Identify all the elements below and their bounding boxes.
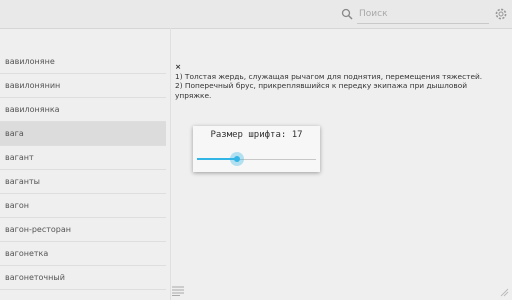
list-item[interactable]: вавилонянин bbox=[0, 74, 166, 98]
list-item[interactable]: вагон bbox=[0, 194, 166, 218]
font-size-label: Размер шрифта: 17 bbox=[210, 130, 303, 140]
list-item[interactable]: вавилоняне bbox=[0, 50, 166, 74]
definition-headword: × bbox=[175, 62, 182, 71]
list-icon[interactable] bbox=[172, 286, 184, 296]
list-item[interactable]: вага bbox=[0, 122, 166, 146]
word-list: вавилоняне вавилонянин вавилонянка вага … bbox=[0, 50, 166, 300]
gear-icon[interactable] bbox=[494, 7, 508, 21]
definition-panel: × 1) Толстая жердь, служащая рычагом для… bbox=[175, 62, 505, 100]
list-item[interactable]: вавилонянка bbox=[0, 98, 166, 122]
list-item[interactable]: вагонеточный bbox=[0, 266, 166, 290]
definition-line: 2) Поперечный брус, прикреплявшийся к пе… bbox=[175, 81, 468, 100]
list-item[interactable]: ваганты bbox=[0, 170, 166, 194]
list-item[interactable]: вагонетка bbox=[0, 242, 166, 266]
pane-divider bbox=[170, 28, 171, 300]
list-item[interactable]: вагант bbox=[0, 146, 166, 170]
list-item[interactable]: вагон-ресторан bbox=[0, 218, 166, 242]
slider-thumb[interactable] bbox=[230, 152, 245, 166]
top-bar bbox=[0, 0, 512, 29]
search-icon[interactable] bbox=[341, 8, 353, 20]
font-size-slider[interactable] bbox=[197, 152, 316, 166]
font-size-dialog: Размер шрифта: 17 bbox=[193, 126, 320, 172]
search-input[interactable] bbox=[357, 5, 489, 24]
resize-icon[interactable] bbox=[500, 288, 509, 297]
definition-line: 1) Толстая жердь, служащая рычагом для п… bbox=[175, 71, 483, 81]
